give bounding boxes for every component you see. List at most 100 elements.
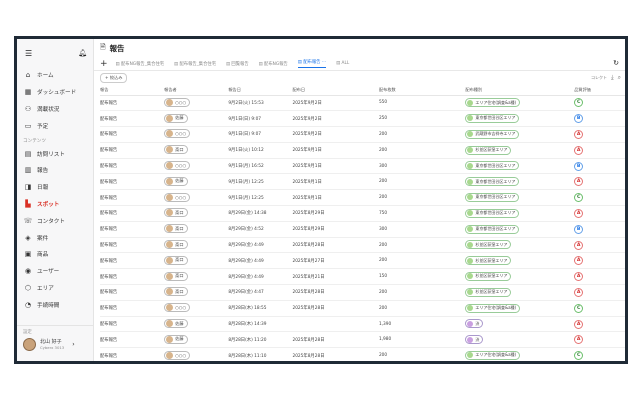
- table-row[interactable]: 配布報告 ○○○ 8月28日(木) 18:55 2025年8月28日 200 エリア住宅(…: [100, 300, 625, 317]
- table-row[interactable]: 配布報告 斎口 8月29日(金) 4:49 2025年8月21日 150 杉並区荻窪エリア…: [100, 268, 625, 286]
- table-row[interactable]: 配布報告 斎口 8月29日(金) 4:49 2025年8月28日 200 杉並区荻窪エリア…: [100, 237, 625, 254]
- add-filter-button[interactable]: + 絞込み: [100, 73, 128, 83]
- sidebar-item[interactable]: ◨ 日報: [17, 179, 93, 196]
- area-tag[interactable]: 東京都世田谷区エリア: [465, 113, 520, 123]
- table-row[interactable]: 配布報告 ○○○ 9月1日(月) 16:52 2025年9月1日 300 東京都世田谷区エ…: [100, 158, 625, 175]
- user-chip[interactable]: 斎口: [164, 287, 188, 297]
- cell-area: 杉並区荻窪エリア: [465, 268, 575, 286]
- area-tag[interactable]: エリア住宅(調査&a種): [465, 350, 521, 360]
- table-row[interactable]: 配布報告 佐藤 9月1日(日) 9:07 2025年9月2日 250 東京都世田谷区エリア…: [100, 110, 625, 128]
- user-profile[interactable]: 北山 好子 Cyberx 3013 ›: [17, 338, 93, 351]
- area-tag[interactable]: 東京都世田谷区エリア: [465, 192, 520, 202]
- user-chip[interactable]: ○○○: [164, 161, 191, 171]
- column-header[interactable]: 報告者: [164, 85, 229, 96]
- bell-icon[interactable]: 🔔︎: [78, 49, 87, 57]
- user-chip[interactable]: 斎口: [164, 271, 188, 281]
- sidebar-item[interactable]: ⌂ ホーム: [17, 67, 93, 84]
- area-tag[interactable]: エリア住宅(調査&a種): [465, 303, 521, 313]
- sidebar-item[interactable]: ◈ 案件: [17, 229, 93, 246]
- column-header[interactable]: 報告: [100, 85, 165, 96]
- cell-area: 東京都世田谷区エリア: [465, 189, 575, 207]
- sidebar-item[interactable]: ⬡ エリア: [17, 280, 93, 297]
- grade-badge: B: [574, 114, 584, 124]
- sidebar-item[interactable]: ▥ 報告: [17, 162, 93, 179]
- area-tag[interactable]: 渋: [465, 319, 484, 329]
- table-row[interactable]: 配布報告 斎口 8月29日(金) 14:38 2025年8月29日 750 東京都世田谷区…: [100, 205, 625, 222]
- user-chip[interactable]: 斎口: [164, 255, 188, 265]
- area-tag-label: 東京都世田谷区エリア: [475, 226, 516, 232]
- area-tag[interactable]: 杉並区荻窪エリア: [465, 271, 512, 281]
- area-tag[interactable]: 武蔵野市吉祥寺エリア: [465, 129, 520, 139]
- tab[interactable]: ▤ 配布報告 ⋯: [297, 59, 327, 68]
- table-row[interactable]: 配布報告 斎口 8月29日(金) 4:52 2025年8月29日 300 東京都世田谷区エ…: [100, 221, 625, 238]
- table-row[interactable]: 配布報告 ○○○ 9月2日(火) 15:53 2025年9月2日 550 エリア住宅(調査…: [100, 95, 625, 112]
- table-row[interactable]: 配布報告 斎口 8月29日(金) 4:47 2025年8月28日 200 杉並区荻窪エリア…: [100, 284, 625, 301]
- cell-area: エリア住宅(調査&a種): [465, 347, 575, 361]
- user-chip-label: ○○○: [175, 352, 187, 358]
- area-tag[interactable]: エリア住宅(調査&a種): [465, 98, 521, 108]
- table-row[interactable]: 配布報告 ○○○ 9月1日(月) 12:25 2025年9月1日 200 東京都世田谷区エ…: [100, 189, 625, 207]
- sidebar-item[interactable]: ▦ ダッシュボード: [17, 84, 93, 101]
- user-chip[interactable]: 佐藤: [164, 319, 188, 329]
- column-header[interactable]: 配布日: [292, 85, 379, 96]
- collect-label[interactable]: コレクト: [591, 75, 607, 81]
- sidebar-item-icon: ◔: [24, 300, 32, 309]
- refresh-icon[interactable]: ↻: [613, 59, 619, 67]
- tab[interactable]: ▤ 回覧報告: [226, 61, 249, 67]
- user-chip[interactable]: ○○○: [164, 192, 191, 202]
- user-chip[interactable]: 斎口: [164, 224, 188, 234]
- column-header[interactable]: 配布種別: [465, 85, 575, 96]
- area-tag[interactable]: 杉並区荻窪エリア: [465, 287, 512, 297]
- area-tag[interactable]: 杉並区荻窪エリア: [465, 240, 512, 250]
- cell-type: 配布報告: [100, 110, 165, 128]
- grade-badge: A: [574, 129, 584, 139]
- user-chip[interactable]: 斎口: [164, 145, 188, 155]
- column-header[interactable]: 報告日: [228, 85, 293, 96]
- area-tag[interactable]: 渋: [465, 335, 484, 345]
- sidebar-item[interactable]: ▙ スポット: [17, 196, 93, 213]
- sidebar-item[interactable]: ◉ ユーザー: [17, 263, 93, 280]
- cell-user: ○○○: [164, 189, 229, 207]
- column-header[interactable]: 品質評価: [574, 85, 625, 96]
- user-chip[interactable]: 佐藤: [164, 334, 188, 344]
- hamburger-icon[interactable]: ☰: [25, 49, 32, 58]
- table-row[interactable]: 配布報告 佐藤 8月28日(木) 11:20 2025年8月28日 1,980 渋 A: [100, 331, 625, 349]
- user-chip[interactable]: ○○○: [164, 303, 191, 313]
- user-chip[interactable]: 斎口: [164, 208, 188, 218]
- sidebar-item[interactable]: ▣ 商品: [17, 246, 93, 263]
- table-row[interactable]: 配布報告 佐藤 8月28日(木) 14:39 1,390 渋 A: [100, 316, 625, 333]
- area-tag-icon: [467, 289, 474, 296]
- user-chip[interactable]: ○○○: [164, 97, 191, 107]
- area-tag[interactable]: 東京都世田谷区エリア: [465, 224, 520, 234]
- table-row[interactable]: 配布報告 佐藤 9月1日(月) 12:25 2025年9月1日 200 東京都世田谷区エリ…: [100, 173, 625, 191]
- sidebar-item[interactable]: ◔ 手続時間: [17, 296, 93, 313]
- table-row[interactable]: 配布報告 斎口 8月29日(金) 4:49 2025年8月27日 200 杉並区荻窪エリア…: [100, 252, 625, 270]
- table-row[interactable]: 配布報告 斎口 9月1日(火) 10:12 2025年9月1日 200 杉並区荻窪エリア A: [100, 142, 625, 159]
- search-icon[interactable]: ⌕: [618, 74, 621, 82]
- tab[interactable]: ▤ 配布報告_集合住宅: [174, 61, 216, 67]
- user-chip[interactable]: 斎口: [164, 240, 188, 250]
- tab[interactable]: ▤ ALL: [336, 61, 349, 66]
- chevron-right-icon[interactable]: ›: [72, 341, 74, 348]
- sidebar-item[interactable]: ▭ 予定: [17, 117, 93, 134]
- user-chip[interactable]: ○○○: [164, 350, 191, 360]
- area-tag[interactable]: 東京都世田谷区エリア: [465, 161, 520, 171]
- area-tag[interactable]: 杉並区荻窪エリア: [465, 145, 512, 155]
- tab[interactable]: ▤ 配布NG報告_集合住宅: [116, 61, 165, 67]
- user-chip[interactable]: ○○○: [164, 129, 191, 139]
- column-header[interactable]: 配布枚数: [378, 85, 466, 96]
- table-row[interactable]: 配布報告 ○○○ 9月1日(日) 9:07 2025年9月2日 200 武蔵野市吉祥寺エリ…: [100, 126, 625, 143]
- sidebar-item[interactable]: ▤ 訪問リスト: [17, 145, 93, 162]
- sidebar-item[interactable]: ☏ コンタクト: [17, 212, 93, 229]
- area-tag[interactable]: 東京都世田谷区エリア: [465, 177, 520, 187]
- user-chip[interactable]: 佐藤: [164, 176, 188, 186]
- area-tag[interactable]: 杉並区荻窪エリア: [465, 256, 512, 266]
- add-tab-icon[interactable]: +: [100, 59, 108, 69]
- sidebar-item[interactable]: ⚇ 満載状況: [17, 101, 93, 118]
- area-tag[interactable]: 東京都世田谷区エリア: [465, 208, 520, 218]
- cell-reported: 8月28日(木) 11:20: [228, 331, 293, 349]
- tab[interactable]: ▤ 配布NG報告: [259, 61, 288, 67]
- table-row[interactable]: 配布報告 ○○○ 8月28日(木) 11:10 2025年8月28日 200 エリア住宅(…: [100, 347, 625, 361]
- download-icon[interactable]: ⤓: [611, 74, 614, 82]
- user-chip[interactable]: 佐藤: [164, 113, 188, 123]
